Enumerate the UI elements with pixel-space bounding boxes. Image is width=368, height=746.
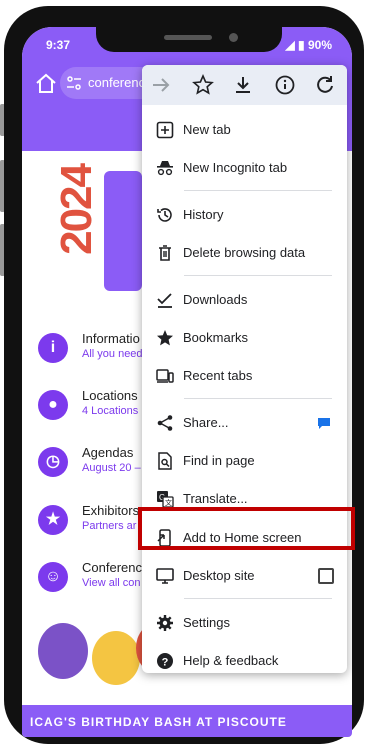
menu-item-label: History: [183, 207, 224, 222]
bottom-banner: ICAG'S BIRTHDAY BASH AT PISCOUTE: [22, 705, 352, 737]
new-tab-icon: [156, 121, 174, 139]
menu-item-label: Desktop site: [183, 568, 255, 583]
url-text: conferenc: [88, 75, 146, 90]
list-item-subtitle: All you need: [82, 348, 143, 360]
balloon-yellow: [92, 631, 140, 685]
list-item-title: Agendas: [82, 445, 134, 460]
menu-item-label: New tab: [183, 122, 231, 137]
list-item-subtitle: 4 Locations: [82, 405, 139, 417]
history-icon: [157, 208, 172, 222]
incognito-icon: [157, 161, 173, 176]
menu-item-find-in-page[interactable]: Find in page: [142, 442, 347, 480]
share-icon: [157, 415, 173, 431]
menu-item-new-tab[interactable]: New tab: [142, 111, 347, 149]
battery-icon: ▮: [298, 38, 305, 52]
site-settings-icon[interactable]: [66, 75, 82, 91]
forward-icon[interactable]: [150, 74, 172, 96]
menu-item-new-incognito-tab[interactable]: New Incognito tab: [142, 149, 347, 187]
page-info-icon[interactable]: [274, 74, 296, 96]
battery-percent: 90%: [307, 38, 332, 52]
list-item-title: Locations: [82, 388, 138, 403]
star-icon: [157, 330, 173, 346]
screen: 9:37 ◢ ▮ 90% conferenc 2024 i Informatio…: [22, 27, 352, 737]
menu-item-label: Downloads: [183, 292, 248, 307]
star-icon: ★: [38, 505, 68, 535]
menu-item-desktop-site[interactable]: Desktop site: [142, 557, 347, 595]
translate-icon: G文: [157, 491, 174, 508]
location-pin-icon: ●: [38, 390, 68, 420]
menu-item-history[interactable]: History: [142, 196, 347, 234]
svg-text:?: ?: [162, 657, 169, 669]
download-check-icon: [157, 293, 172, 308]
menu-item-label: Find in page: [183, 453, 255, 468]
desktop-site-checkbox[interactable]: [318, 568, 334, 584]
menu-item-label: Help & feedback: [183, 653, 279, 668]
browser-overflow-menu: New tab New Incognito tab History Delete…: [142, 65, 347, 673]
menu-item-label: New Incognito tab: [183, 160, 288, 175]
bookmark-star-icon[interactable]: [192, 74, 214, 96]
devices-icon: [156, 369, 174, 383]
list-item-title: Exhibitors: [82, 503, 140, 518]
status-time: 9:37: [46, 38, 71, 52]
menu-item-downloads[interactable]: Downloads: [142, 281, 347, 319]
menu-item-label: Share...: [183, 415, 229, 430]
gear-icon: [157, 615, 173, 631]
list-item-title: Conference: [82, 560, 150, 575]
list-item-title: Informatio: [82, 331, 140, 346]
list-item-subtitle: Partners ar: [82, 520, 137, 532]
menu-item-recent-tabs[interactable]: Recent tabs: [142, 357, 347, 395]
trash-icon: [159, 245, 171, 261]
menu-item-label: Settings: [183, 615, 230, 630]
menu-divider: [184, 598, 332, 599]
menu-divider: [184, 190, 332, 191]
menu-action-row: [142, 65, 347, 105]
menu-item-delete-browsing-data[interactable]: Delete browsing data: [142, 234, 347, 272]
menu-item-share[interactable]: Share...: [142, 404, 347, 442]
messages-app-icon[interactable]: [317, 416, 331, 430]
menu-item-label: Bookmarks: [183, 330, 249, 345]
highlight-box: [138, 507, 355, 550]
hero-year: 2024: [52, 165, 101, 255]
list-item-subtitle: View all con: [82, 577, 141, 589]
menu-item-label: Delete browsing data: [183, 245, 306, 260]
menu-item-help-feedback[interactable]: ? Help & feedback: [142, 642, 347, 680]
front-camera: [229, 33, 238, 42]
clock-icon: ◷: [38, 447, 68, 477]
find-in-page-icon: [158, 452, 172, 470]
hero-letter-graphic: [104, 171, 142, 291]
menu-item-label: Recent tabs: [183, 368, 253, 383]
download-icon[interactable]: [232, 74, 254, 96]
menu-item-settings[interactable]: Settings: [142, 604, 347, 642]
battery-level: ◢ ▮ 90%: [285, 38, 332, 52]
people-icon: ☺: [38, 562, 68, 592]
list-item-subtitle: August 20 –: [82, 462, 141, 474]
balloon-purple: [38, 623, 88, 679]
menu-item-label: Translate...: [183, 491, 248, 506]
menu-item-bookmarks[interactable]: Bookmarks: [142, 319, 347, 357]
signal-icon: ◢: [285, 38, 295, 52]
help-icon: ?: [157, 653, 173, 669]
hero-graphic: 2024: [42, 165, 152, 295]
info-icon: i: [38, 333, 68, 363]
menu-divider: [184, 398, 332, 399]
svg-text:文: 文: [165, 498, 172, 507]
desktop-icon: [156, 568, 174, 584]
speaker-grille: [164, 35, 212, 40]
reload-icon[interactable]: [314, 74, 336, 96]
home-icon[interactable]: [34, 72, 58, 96]
menu-divider: [184, 275, 332, 276]
